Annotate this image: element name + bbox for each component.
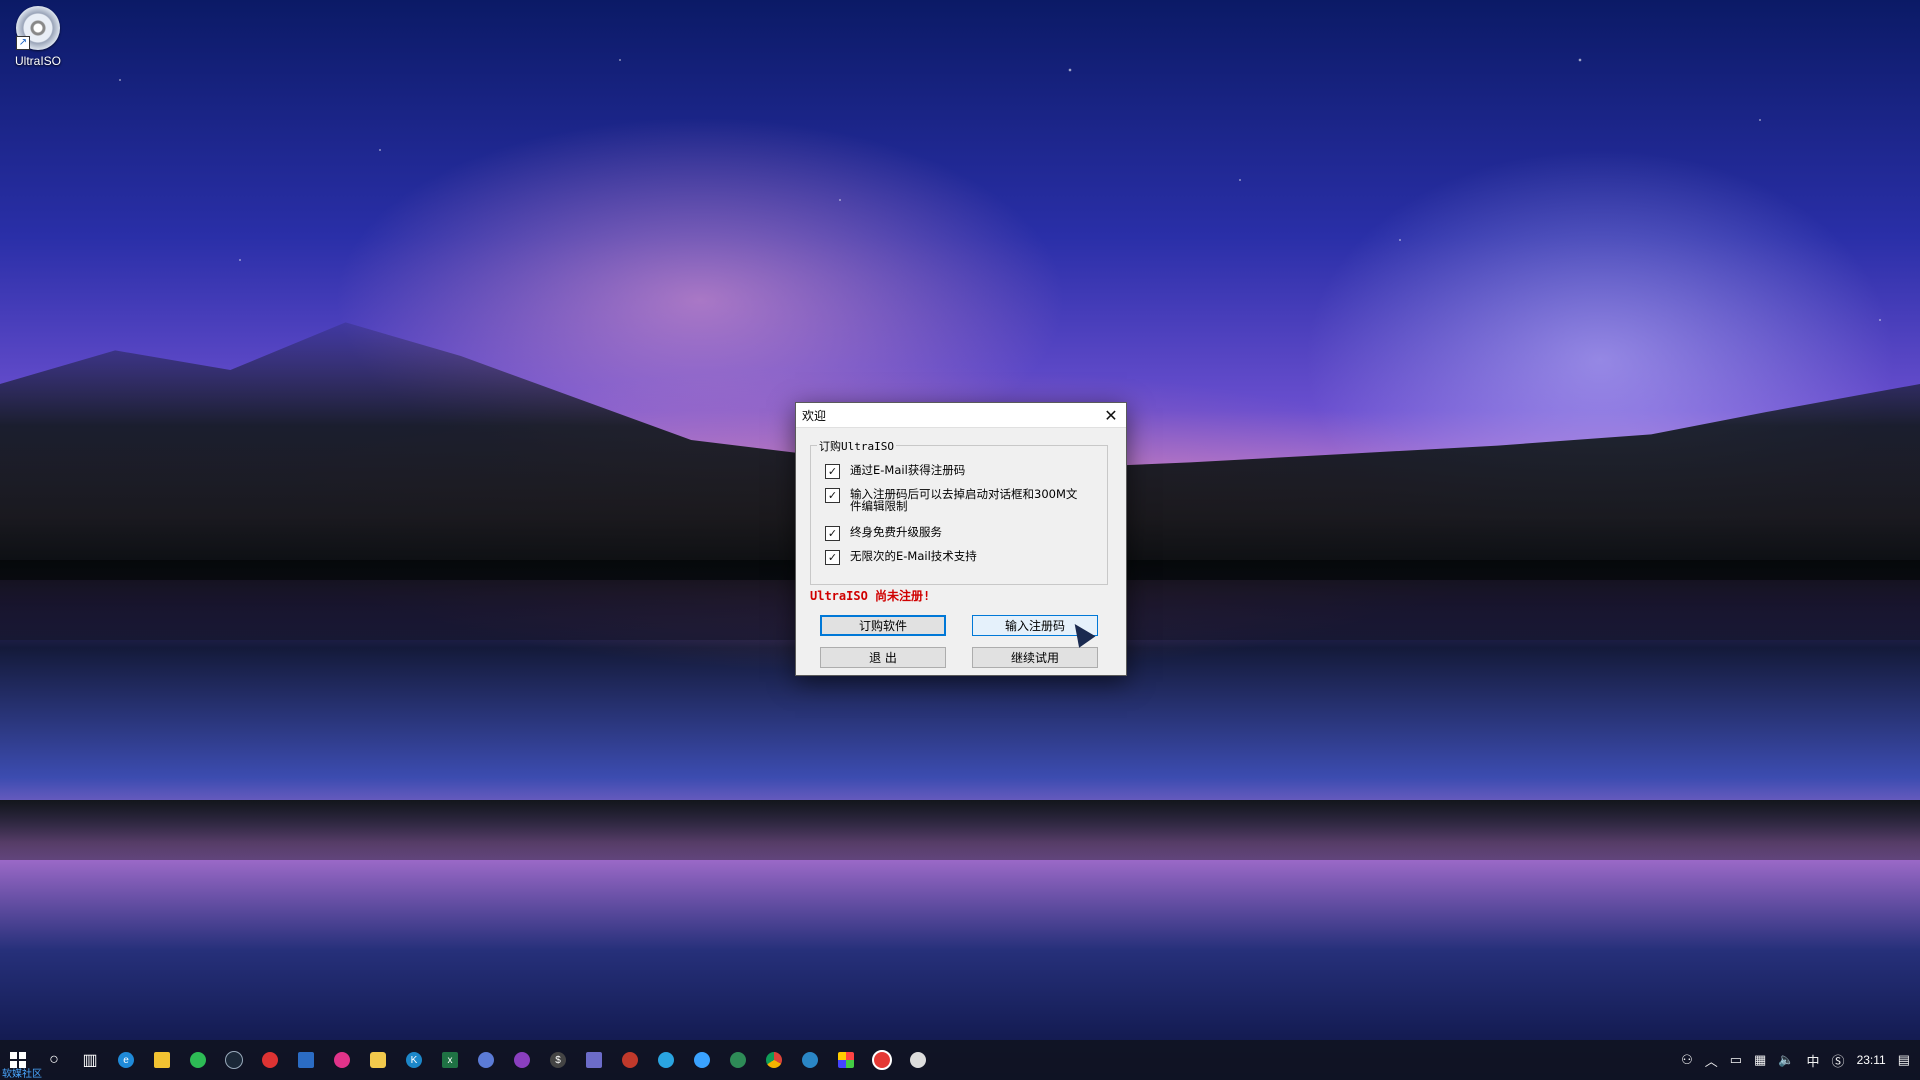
excel-icon[interactable]: x [432, 1040, 468, 1080]
task-view-icon[interactable]: ▥ [72, 1040, 108, 1080]
app-blue-icon[interactable] [288, 1040, 324, 1080]
media-player-icon[interactable] [648, 1040, 684, 1080]
option-label: 无限次的E-Mail技术支持 [850, 549, 977, 563]
battery-icon[interactable]: ▭ [1730, 1052, 1742, 1068]
checkbox[interactable]: ✓ [825, 526, 840, 541]
option-label: 通过E-Mail获得注册码 [850, 463, 966, 477]
continue-trial-button[interactable]: 继续试用 [972, 647, 1098, 668]
steam-icon[interactable] [216, 1040, 252, 1080]
option-label: 终身免费升级服务 [850, 525, 942, 539]
order-group: 订购UltraISO ✓ 通过E-Mail获得注册码 ✓ 输入注册码后可以去掉启… [810, 438, 1108, 585]
disc-icon: ↗ [16, 6, 60, 50]
desktop-icon-ultraiso[interactable]: ↗ UltraISO [8, 6, 68, 68]
record-app-icon[interactable] [864, 1040, 900, 1080]
wallpaper-divider [0, 800, 1920, 860]
ultraiso-taskbar-icon[interactable] [900, 1040, 936, 1080]
dollar-icon[interactable]: $ [540, 1040, 576, 1080]
browser-icon[interactable] [684, 1040, 720, 1080]
unregistered-warning: UltraISO 尚未注册! [810, 589, 931, 603]
app-yellow-icon[interactable] [360, 1040, 396, 1080]
ime-indicator[interactable]: 中 [1807, 1051, 1820, 1070]
app-red-icon[interactable] [252, 1040, 288, 1080]
app-circle-icon[interactable] [468, 1040, 504, 1080]
notes-icon[interactable] [576, 1040, 612, 1080]
option-label: 输入注册码后可以去掉启动对话框和300M文件编辑限制 [850, 487, 1078, 513]
file-explorer-icon[interactable] [144, 1040, 180, 1080]
wechat-icon[interactable] [180, 1040, 216, 1080]
volume-icon[interactable]: 🔈 [1778, 1052, 1794, 1068]
globe-icon[interactable] [720, 1040, 756, 1080]
colorful-app-icon[interactable] [828, 1040, 864, 1080]
corner-watermark: 软媒社区 [2, 1069, 42, 1080]
shield-icon[interactable] [792, 1040, 828, 1080]
record-red-icon[interactable] [612, 1040, 648, 1080]
option-email-support[interactable]: ✓ 无限次的E-Mail技术支持 [825, 550, 1080, 565]
option-remove-limits[interactable]: ✓ 输入注册码后可以去掉启动对话框和300M文件编辑限制 [825, 488, 1080, 512]
chrome-icon[interactable] [756, 1040, 792, 1080]
checkbox[interactable]: ✓ [825, 464, 840, 479]
checkbox[interactable]: ✓ [825, 488, 840, 503]
chevron-up-icon[interactable]: ︿ [1705, 1051, 1718, 1070]
exit-button[interactable]: 退 出 [820, 647, 946, 668]
edge-icon[interactable]: e [108, 1040, 144, 1080]
app-s-tray-icon[interactable]: Ⓢ [1832, 1051, 1845, 1070]
option-free-upgrade[interactable]: ✓ 终身免费升级服务 [825, 526, 1080, 541]
notification-icon[interactable]: ▤ [1898, 1052, 1910, 1068]
group-title: 订购UltraISO [817, 438, 896, 454]
clock-time[interactable]: 23:11 [1857, 1053, 1886, 1067]
people-icon[interactable]: ⚇ [1681, 1052, 1693, 1068]
dialog-titlebar[interactable]: 欢迎 ✕ [796, 403, 1126, 428]
checkbox[interactable]: ✓ [825, 550, 840, 565]
game-icon[interactable] [504, 1040, 540, 1080]
shortcut-arrow-icon: ↗ [16, 36, 30, 50]
close-icon[interactable]: ✕ [1096, 403, 1126, 427]
buy-button[interactable]: 订购软件 [820, 615, 946, 636]
desktop-icon-label: UltraISO [14, 54, 61, 68]
app-k-icon[interactable]: K [396, 1040, 432, 1080]
dialog-title: 欢迎 [802, 408, 827, 423]
app-pink-icon[interactable] [324, 1040, 360, 1080]
taskbar: ○ ▥ e K x $ ⚇ ︿ ▭ ▦ 🔈 中 Ⓢ 23:11 ▤ 软媒社区 [0, 1040, 1920, 1080]
option-email-code[interactable]: ✓ 通过E-Mail获得注册码 [825, 464, 1080, 479]
network-icon[interactable]: ▦ [1754, 1052, 1766, 1068]
